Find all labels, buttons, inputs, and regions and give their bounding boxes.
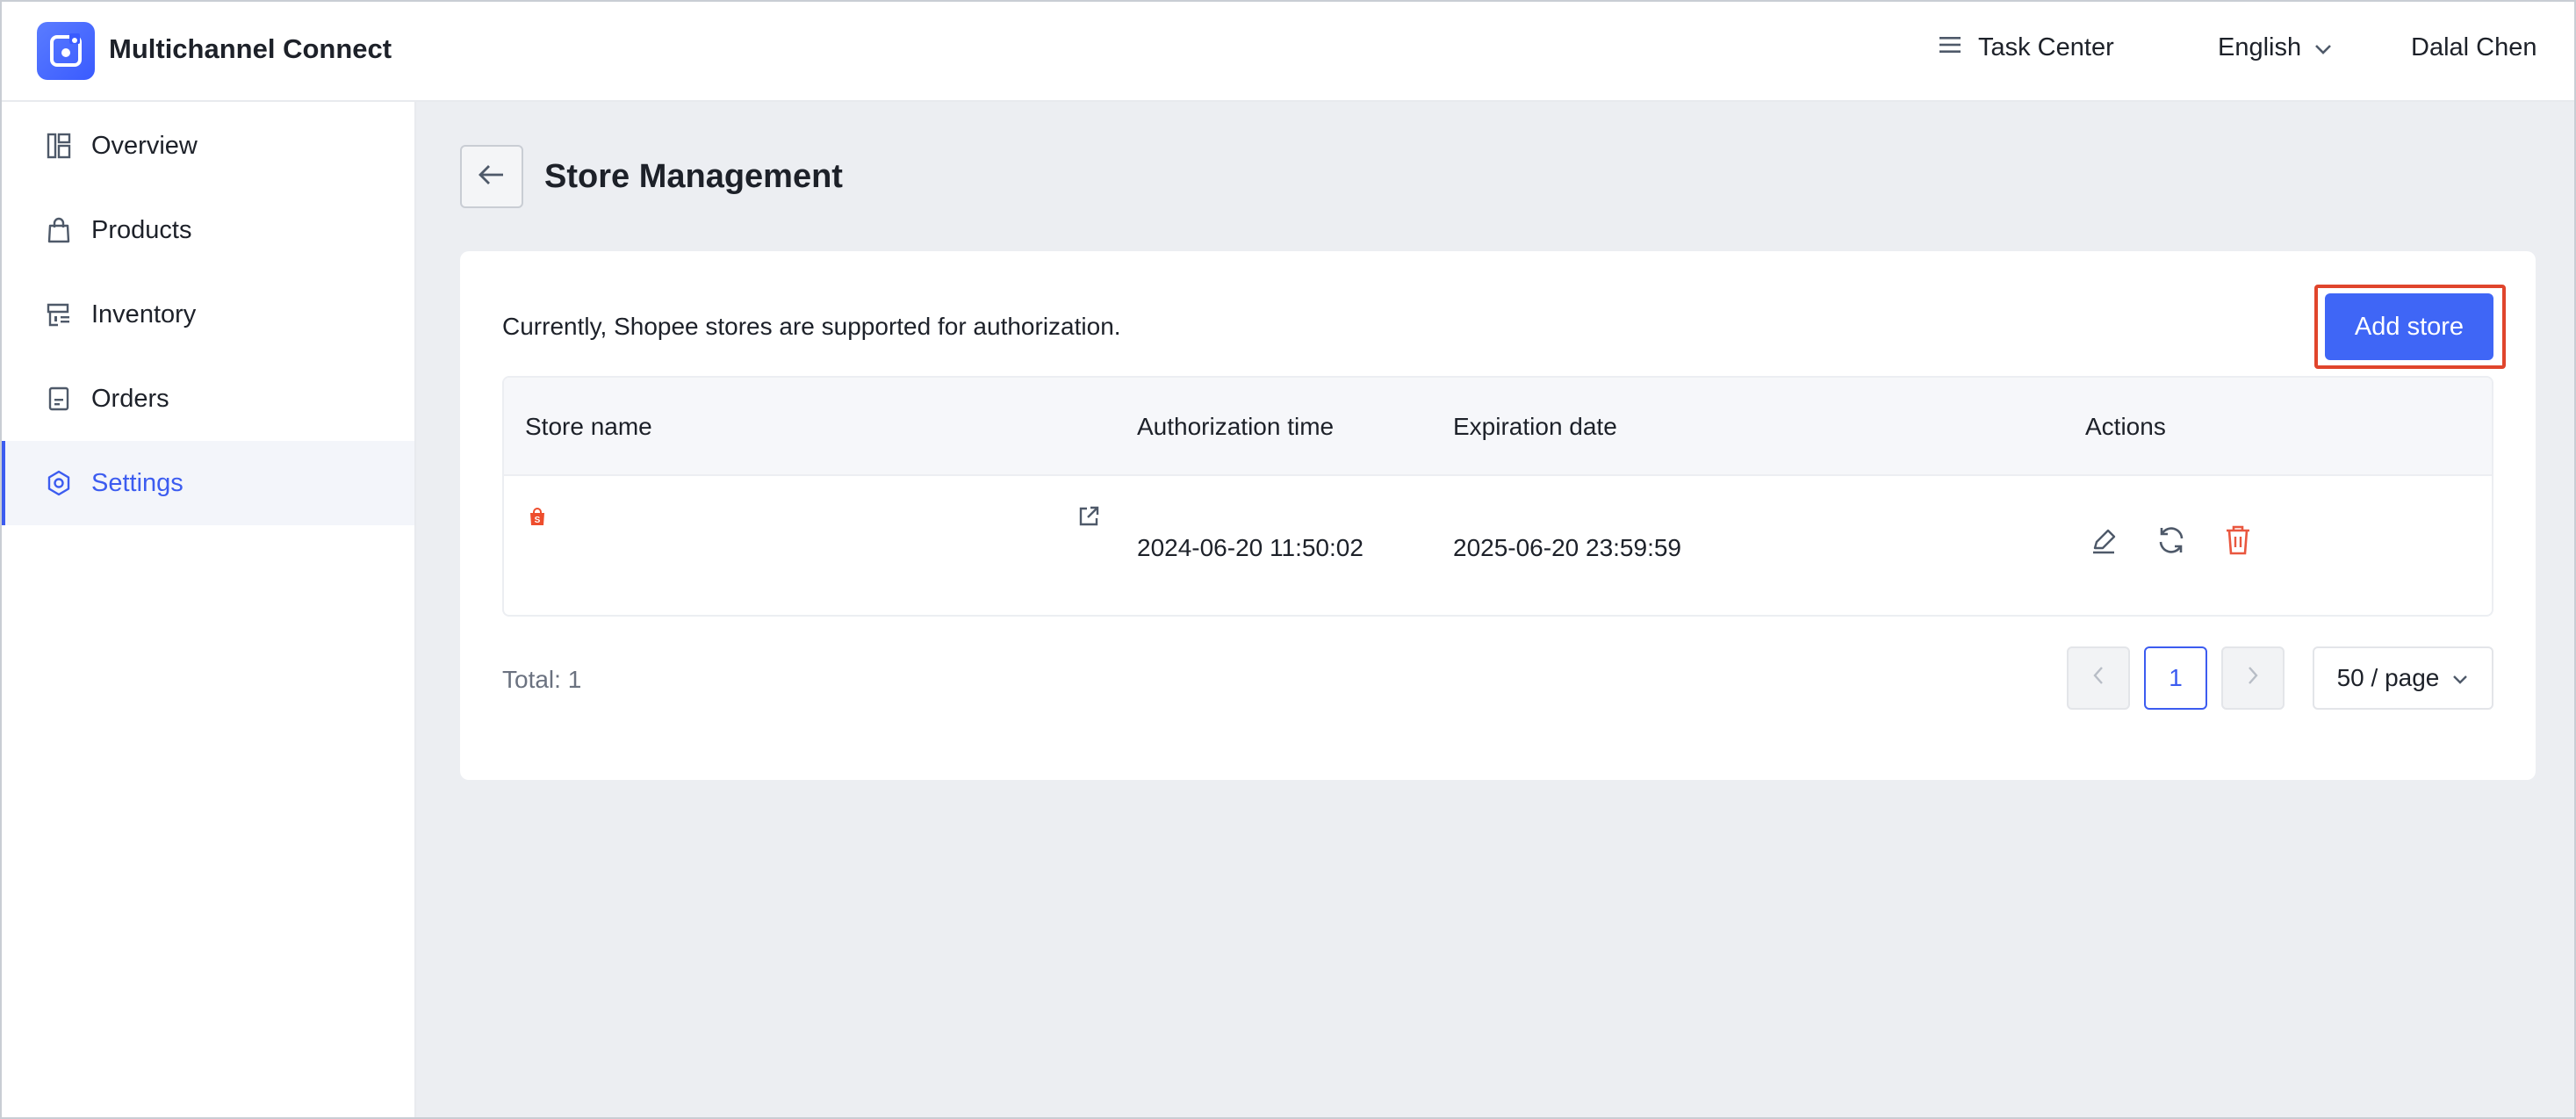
top-header: Multichannel Connect Task Center English… — [2, 2, 2574, 102]
chevron-left-icon — [2091, 664, 2105, 692]
sidebar-item-label: Settings — [91, 468, 183, 497]
external-link-icon[interactable] — [1076, 504, 1101, 533]
delete-icon[interactable] — [2223, 523, 2253, 561]
overview-icon — [46, 133, 72, 159]
total-count: Total: 1 — [502, 666, 582, 693]
expiration-date-cell: 2025-06-20 23:59:59 — [1453, 534, 1681, 561]
authorization-time-cell: 2024-06-20 11:50:02 — [1137, 534, 1364, 561]
refresh-icon[interactable] — [2155, 523, 2188, 561]
sidebar-item-settings[interactable]: Settings — [2, 441, 414, 525]
task-center-label: Task Center — [1978, 33, 2114, 61]
page-number-button[interactable]: 1 — [2144, 646, 2207, 710]
page-size-select[interactable]: 50 / page — [2313, 646, 2493, 710]
prev-page-button[interactable] — [2067, 646, 2130, 710]
back-button[interactable] — [460, 145, 523, 208]
settings-icon — [46, 470, 72, 496]
table-header: Store name Authorization time Expiration… — [504, 378, 2492, 476]
column-actions: Actions — [2085, 413, 2166, 440]
app-logo-icon — [37, 22, 95, 80]
user-name[interactable]: Dalal Chen — [2411, 33, 2536, 62]
sidebar-item-overview[interactable]: Overview — [2, 104, 414, 188]
menu-icon — [1938, 33, 1962, 62]
sidebar-item-label: Inventory — [91, 300, 197, 328]
arrow-left-icon — [477, 162, 507, 191]
store-management-card: Currently, Shopee stores are supported f… — [460, 251, 2536, 780]
page-title: Store Management — [544, 158, 843, 195]
sidebar: Overview Products Inventory Orders Setti… — [2, 102, 416, 1117]
authorization-notice: Currently, Shopee stores are supported f… — [502, 313, 1121, 340]
store-icon — [46, 301, 72, 328]
store-table: Store name Authorization time Expiration… — [502, 376, 2493, 617]
add-store-button[interactable]: Add store — [2325, 293, 2493, 360]
svg-text:S: S — [535, 516, 541, 525]
language-label: English — [2218, 33, 2302, 61]
chevron-right-icon — [2246, 664, 2260, 692]
next-page-button[interactable] — [2221, 646, 2285, 710]
sidebar-item-label: Overview — [91, 131, 198, 160]
app-title: Multichannel Connect — [109, 33, 392, 64]
document-icon — [46, 386, 72, 412]
shopping-bag-icon — [46, 217, 72, 243]
shopee-icon: S — [529, 508, 546, 531]
app-window: Multichannel Connect Task Center English… — [0, 0, 2576, 1119]
column-store-name: Store name — [525, 413, 652, 440]
column-authorization-time: Authorization time — [1137, 413, 1335, 440]
sidebar-item-orders[interactable]: Orders — [2, 357, 414, 441]
task-center-button[interactable]: Task Center — [1938, 33, 2114, 62]
sidebar-item-label: Orders — [91, 384, 169, 413]
page-size-label: 50 / page — [2336, 664, 2440, 691]
sidebar-item-products[interactable]: Products — [2, 188, 414, 272]
sidebar-item-label: Products — [91, 215, 192, 244]
chevron-down-icon — [2451, 664, 2469, 692]
language-selector[interactable]: English — [2218, 33, 2333, 62]
edit-icon[interactable] — [2088, 525, 2119, 561]
column-expiration-date: Expiration date — [1453, 413, 1617, 440]
store-name-redacted — [553, 506, 799, 564]
chevron-down-icon — [2313, 33, 2333, 62]
sidebar-item-inventory[interactable]: Inventory — [2, 272, 414, 357]
